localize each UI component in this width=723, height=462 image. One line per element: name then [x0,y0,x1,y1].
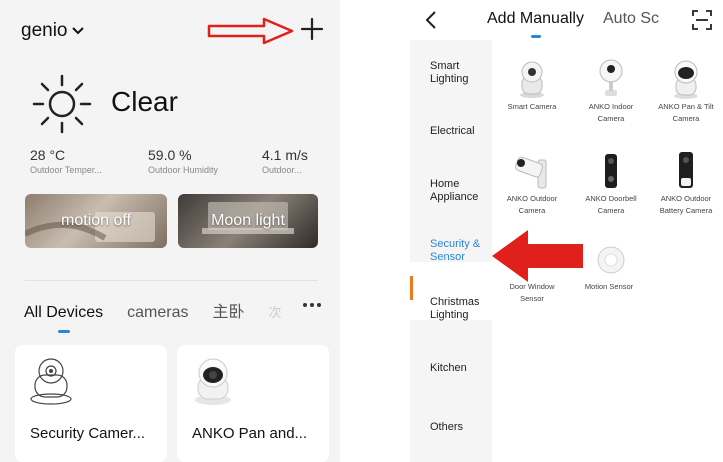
home-name: genio [21,20,68,41]
motion-sensor-icon [597,246,625,274]
category-kitchen[interactable]: Kitchen [430,362,467,375]
weather-condition: Clear [111,86,178,117]
tab-master-bedroom[interactable]: 主卧 [213,298,245,322]
tab-second-bedroom[interactable]: 次 [269,302,282,321]
device-name: ANKO Pan and... [192,425,308,442]
scene-label: motion off [61,212,131,229]
annotation-arrow-icon [492,230,583,282]
stat-label: Outdoor Temper... [30,165,102,175]
tab-auto-scan[interactable]: Auto Sc [603,10,659,28]
scene-motion-off[interactable]: motion off [25,194,167,248]
category-home-appliance[interactable]: Home Appliance [430,178,478,204]
device-card-security-camera[interactable]: Security Camer... [15,345,167,462]
smart-camera-icon [520,61,544,98]
home-selector[interactable]: genio [21,20,84,42]
pan-tilt-camera-icon [674,60,698,99]
product-smart-camera[interactable]: Smart Camera [496,56,568,112]
tab-all-devices[interactable]: All Devices [24,304,103,333]
scene-label: Moon light [211,212,285,229]
device-card-pan-camera[interactable]: ANKO Pan and... [177,345,329,462]
stat-label: Outdoor... [262,165,302,175]
battery-camera-icon [679,152,693,188]
stat-value: 59.0 % [148,147,192,163]
home-screen: genio Clear 28 °C Outdoor Temper... 59.0… [0,0,340,462]
outdoor-temperature: 28 °C Outdoor Temper... [30,147,102,175]
category-sidebar: Smart Lighting Electrical Home Appliance… [410,40,492,462]
product-anko-outdoor-camera[interactable]: ANKO Outdoor Camera [496,148,568,216]
stat-value: 28 °C [30,147,66,163]
device-name: Security Camer... [30,425,146,442]
category-christmas-lighting[interactable]: Christmas Lighting [430,296,480,322]
chevron-down-icon [71,27,84,35]
selected-category-indicator [410,276,413,300]
category-electrical[interactable]: Electrical [430,125,475,138]
divider [25,280,318,281]
add-device-plus-icon[interactable] [300,17,324,41]
product-anko-outdoor-battery-camera[interactable]: ANKO Outdoor Battery Camera [650,148,722,216]
annotation-arrow-icon [207,17,294,45]
camera-outline-icon [30,358,72,405]
pan-tilt-camera-icon [195,358,231,405]
outdoor-camera-icon [515,156,547,189]
outdoor-humidity: 59.0 % Outdoor Humidity [148,147,218,175]
room-tabs: All Devices cameras 主卧 次 [24,298,298,333]
doorbell-icon [605,154,617,188]
category-others[interactable]: Others [430,421,463,434]
tab-cameras[interactable]: cameras [127,304,188,322]
product-anko-pan-tilt-camera[interactable]: ANKO Pan & Tilt Camera [650,56,722,124]
stat-label: Outdoor Humidity [148,165,219,175]
back-chevron-icon[interactable] [424,10,438,30]
scan-icon[interactable] [692,10,712,30]
product-anko-doorbell-camera[interactable]: ANKO Doorbell Camera [575,148,647,216]
category-smart-lighting[interactable]: Smart Lighting [430,60,469,86]
product-anko-indoor-camera[interactable]: ANKO Indoor Camera [575,56,647,124]
scene-moon-light[interactable]: Moon light [178,194,318,248]
sun-icon [32,74,92,134]
stat-value: 4.1 m/s [262,147,308,163]
category-security-sensor[interactable]: Security & Sensor [430,238,480,264]
outdoor-wind-speed: 4.1 m/s Outdoor... [262,147,308,175]
more-icon[interactable] [302,302,322,308]
indoor-camera-icon [599,59,623,96]
tab-add-manually[interactable]: Add Manually [487,10,584,38]
